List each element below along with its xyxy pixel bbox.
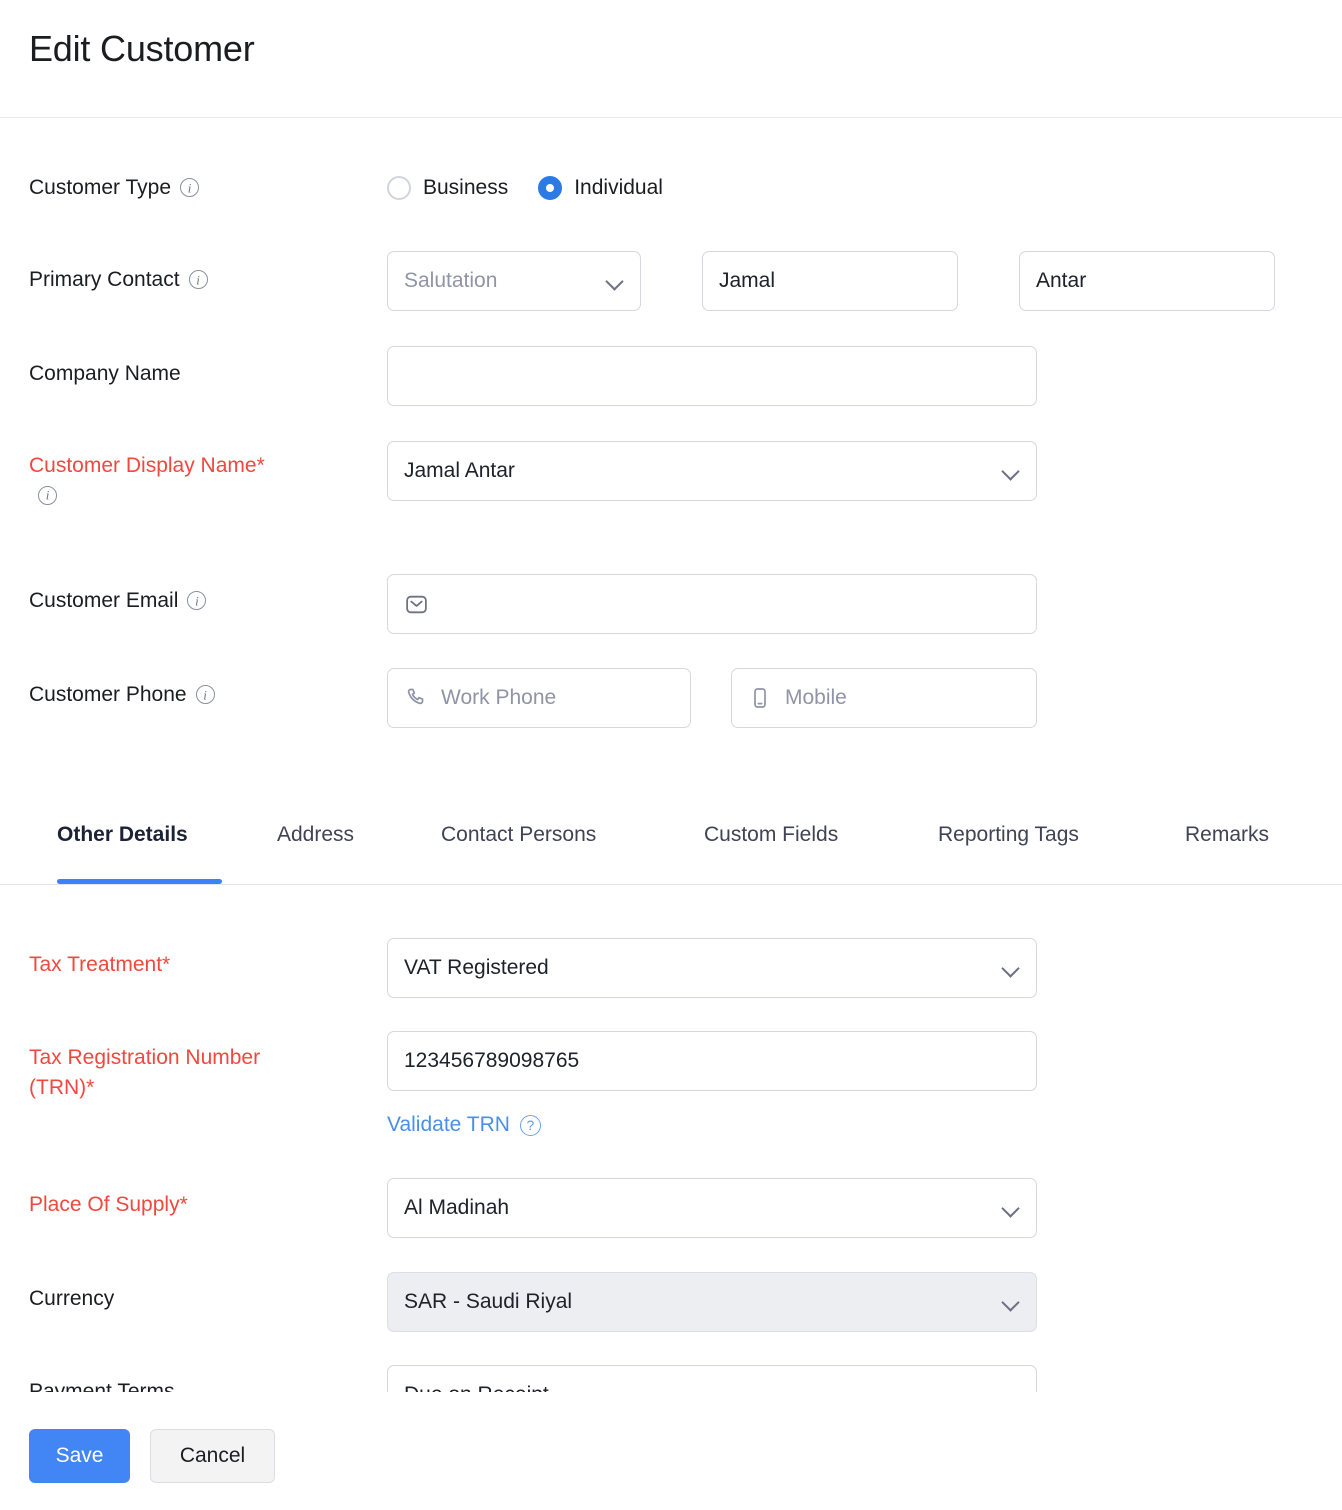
chevron-down-icon [1002, 1199, 1020, 1217]
label-place-of-supply: Place Of Supply* [29, 1190, 188, 1220]
input-work-phone[interactable]: Work Phone [387, 668, 691, 728]
chevron-down-icon [1002, 959, 1020, 977]
select-payment-terms[interactable]: Due on Receipt [387, 1365, 1037, 1392]
validate-trn-link[interactable]: Validate TRN [387, 1113, 510, 1137]
label-tax-treatment: Tax Treatment* [29, 950, 170, 980]
select-place-of-supply[interactable]: Al Madinah [387, 1178, 1037, 1238]
phone-icon [404, 686, 428, 710]
radio-group-customer-type[interactable]: Business Individual [387, 176, 693, 200]
input-customer-email[interactable] [387, 574, 1037, 634]
page-title: Edit Customer [29, 28, 254, 70]
label-customer-type: Customer Type [29, 173, 199, 203]
info-icon[interactable] [187, 591, 206, 610]
tab-remarks[interactable]: Remarks [1185, 823, 1269, 867]
tab-contact-persons[interactable]: Contact Persons [441, 823, 596, 867]
radio-business[interactable] [387, 176, 411, 200]
tab-bar: Other Details Address Contact Persons Cu… [0, 823, 1342, 885]
info-icon[interactable] [38, 486, 57, 505]
chevron-down-icon [1002, 462, 1020, 480]
label-currency: Currency [29, 1284, 114, 1314]
label-customer-email: Customer Email [29, 586, 206, 616]
validate-trn-row[interactable]: Validate TRN [387, 1113, 541, 1137]
label-customer-display-name: Customer Display Name* [29, 451, 279, 511]
page-header: Edit Customer [0, 0, 1342, 118]
label-customer-phone: Customer Phone [29, 680, 215, 710]
select-tax-treatment[interactable]: VAT Registered [387, 938, 1037, 998]
envelope-icon [404, 592, 429, 617]
label-payment-terms: Payment Terms [29, 1377, 175, 1392]
input-last-name[interactable]: Antar [1019, 251, 1275, 311]
tab-reporting-tags[interactable]: Reporting Tags [938, 823, 1079, 867]
select-customer-display-name[interactable]: Jamal Antar [387, 441, 1037, 501]
input-trn[interactable]: 123456789098765 [387, 1031, 1037, 1091]
save-button[interactable]: Save [29, 1429, 130, 1483]
form-footer: Save Cancel [0, 1392, 1342, 1510]
radio-label-individual[interactable]: Individual [574, 176, 663, 200]
chevron-down-icon [1002, 1293, 1020, 1311]
radio-individual[interactable] [538, 176, 562, 200]
help-circle-icon[interactable] [520, 1115, 541, 1136]
input-company-name[interactable] [387, 346, 1037, 406]
cancel-button[interactable]: Cancel [150, 1429, 275, 1483]
form-scroll-area[interactable]: Customer Type Business Individual Primar… [0, 118, 1342, 1392]
select-currency[interactable]: SAR - Saudi Riyal [387, 1272, 1037, 1332]
edit-customer-page: Edit Customer Customer Type Business Ind… [0, 0, 1342, 1510]
tab-address[interactable]: Address [277, 823, 354, 867]
chevron-down-icon [606, 272, 624, 290]
info-icon[interactable] [196, 685, 215, 704]
label-primary-contact: Primary Contact [29, 265, 208, 295]
info-icon[interactable] [189, 270, 208, 289]
tab-custom-fields[interactable]: Custom Fields [704, 823, 838, 867]
input-first-name[interactable]: Jamal [702, 251, 958, 311]
input-mobile-phone[interactable]: Mobile [731, 668, 1037, 728]
label-company-name: Company Name [29, 359, 181, 389]
radio-label-business[interactable]: Business [423, 176, 508, 200]
label-trn: Tax Registration Number (TRN)* [29, 1043, 289, 1103]
select-salutation[interactable]: Salutation [387, 251, 641, 311]
tab-active-indicator [57, 879, 222, 884]
tab-other-details[interactable]: Other Details [57, 823, 188, 867]
mobile-icon [748, 686, 772, 710]
info-icon[interactable] [180, 178, 199, 197]
